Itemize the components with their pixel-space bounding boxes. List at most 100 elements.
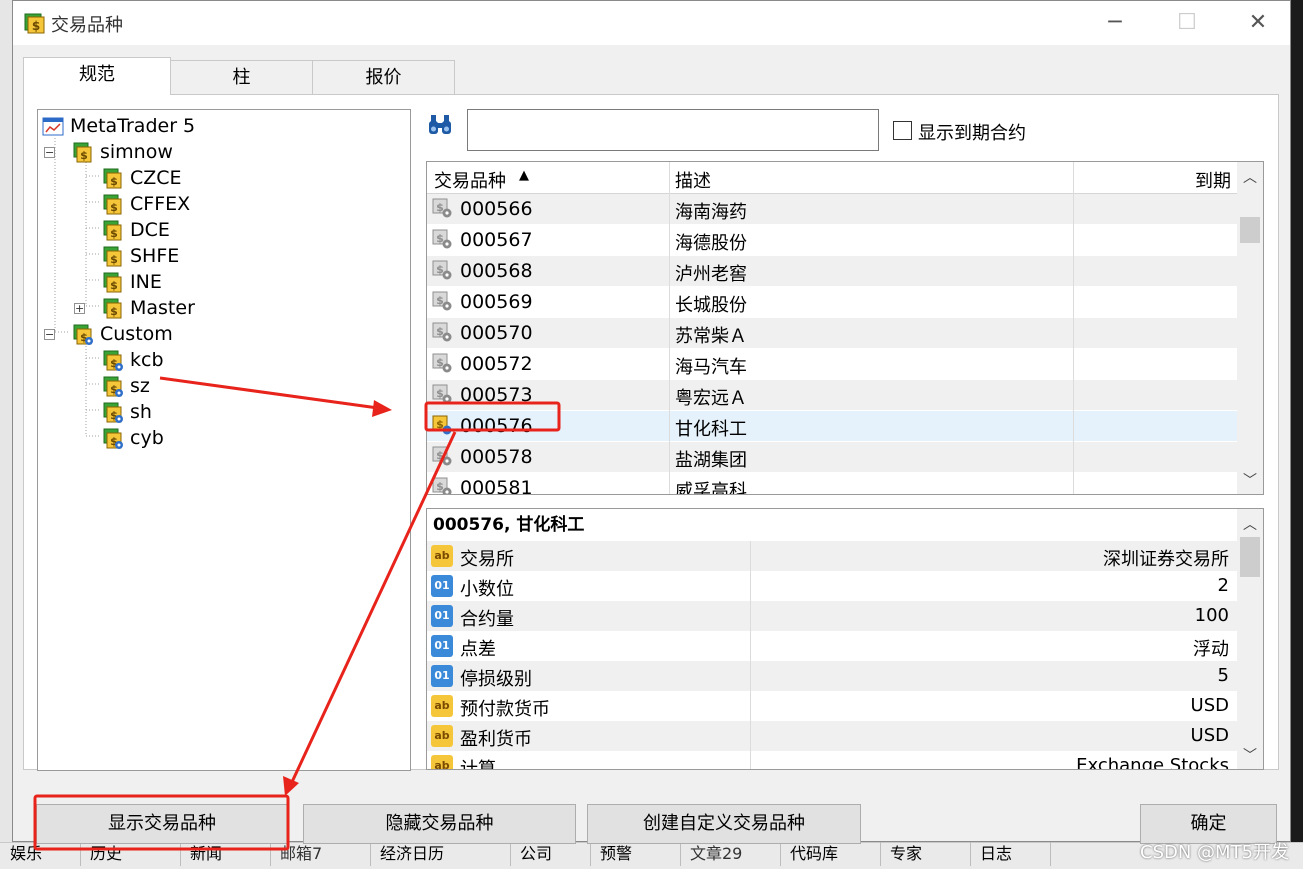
scroll-up-icon[interactable]: ︿ — [1237, 167, 1263, 189]
property-row[interactable]: 01 合约量 100 — [427, 601, 1263, 631]
tree-item-master[interactable]: $ Master — [102, 295, 195, 321]
background-tab: 代码库 — [780, 842, 881, 866]
property-row[interactable]: 01 停损级别 5 — [427, 661, 1263, 691]
properties-body: ab 交易所 深圳证券交易所 01 小数位 2 01 合约量 100 01 点差 浮动 01 停损级别 5 a… — [427, 541, 1263, 770]
tree-item-cffex[interactable]: $ CFFEX — [102, 191, 190, 217]
property-row[interactable]: ab 计算 Exchange Stocks — [427, 751, 1263, 770]
list-scrollbar[interactable]: ︿ ﹀ — [1237, 162, 1263, 494]
symbol-code: 000573 — [460, 384, 533, 406]
tree-expander[interactable]: − — [44, 147, 55, 158]
symbol-properties: 000576, 甘化科工 ab 交易所 深圳证券交易所 01 小数位 2 01 合约量 100 0… — [426, 508, 1264, 770]
scroll-down-icon[interactable]: ﹀ — [1237, 745, 1263, 767]
tree-label: MetaTrader 5 — [70, 115, 196, 137]
tree-item-shfe[interactable]: $ SHFE — [102, 243, 179, 269]
symbol-description: 海马汽车 — [675, 357, 747, 378]
tree-item-dce[interactable]: $ DCE — [102, 217, 170, 243]
column-divider — [1073, 162, 1074, 494]
property-row[interactable]: ab 盈利货币 USD — [427, 721, 1263, 751]
minimize-button[interactable]: ─ — [1095, 7, 1135, 39]
symbol-row[interactable]: $000573 粤宏远Ａ — [427, 380, 1263, 411]
symbol-row[interactable]: $000569 长城股份 — [427, 287, 1263, 318]
tree-item-sh[interactable]: $ sh — [102, 399, 152, 425]
background-tab: 历史 — [80, 842, 181, 866]
header-expiry[interactable]: 到期 — [1195, 167, 1231, 193]
custom-symbol-folder-icon: $ — [103, 350, 123, 371]
svg-text:$: $ — [110, 227, 118, 240]
symbol-row[interactable]: $000578 盐湖集团 — [427, 442, 1263, 473]
search-input[interactable] — [467, 109, 879, 151]
symbol-row[interactable]: $000570 苏常柴Ａ — [427, 318, 1263, 349]
property-value: 深圳证券交易所 — [1103, 549, 1229, 570]
tree-root-metatrader[interactable]: MetaTrader 5 — [42, 113, 195, 139]
scroll-up-icon[interactable]: ︿ — [1237, 514, 1263, 536]
symbols-dialog: $ 交易品种 ─ ☐ ✕ 规范 柱 报价 MetaTrader 5 − $ simno… — [12, 0, 1291, 844]
tree-item-sz[interactable]: $ sz — [102, 373, 150, 399]
number-property-icon: 01 — [431, 665, 453, 687]
svg-text:$: $ — [80, 149, 88, 162]
tree-item-custom[interactable]: $ Custom — [72, 321, 173, 347]
scroll-thumb[interactable] — [1240, 217, 1260, 243]
symbol-tree: MetaTrader 5 − $ simnow $ CZCE $ CFFEX $ DCE $ SHFE… — [37, 109, 411, 771]
symbol-code: 000570 — [460, 322, 533, 344]
symbol-description: 海德股份 — [675, 233, 747, 254]
symbol-description: 泸州老窖 — [675, 264, 747, 285]
symbol-row[interactable]: $000567 海德股份 — [427, 225, 1263, 256]
tree-item-cyb[interactable]: $ cyb — [102, 425, 164, 451]
create-custom-symbol-button[interactable]: 创建自定义交易品种 — [587, 804, 861, 844]
hide-symbol-button[interactable]: 隐藏交易品种 — [303, 804, 576, 844]
close-button[interactable]: ✕ — [1238, 7, 1278, 39]
tree-connectors — [54, 138, 100, 437]
symbol-row[interactable]: $000576 甘化科工 — [427, 411, 1263, 442]
symbol-folder-icon: $ — [103, 298, 122, 318]
svg-text:$: $ — [110, 305, 118, 318]
symbol-row[interactable]: $000566 海南海药 — [427, 194, 1263, 225]
symbol-row[interactable]: $000572 海马汽车 — [427, 349, 1263, 380]
tab-specification[interactable]: 规范 — [23, 57, 171, 95]
column-divider — [750, 541, 751, 769]
symbol-folder-icon: $ — [103, 272, 122, 292]
show-symbol-button[interactable]: 显示交易品种 — [36, 804, 288, 844]
svg-text:$: $ — [32, 19, 40, 33]
scroll-thumb[interactable] — [1240, 537, 1260, 577]
header-description[interactable]: 描述 — [675, 167, 711, 193]
symbol-description: 威孚高科 — [675, 481, 747, 495]
symbol-row[interactable]: $000581 威孚高科 — [427, 473, 1263, 495]
tree-label: INE — [130, 271, 162, 293]
property-row[interactable]: ab 交易所 深圳证券交易所 — [427, 541, 1263, 571]
background-tab: 娱乐 — [0, 842, 81, 866]
custom-symbol-inactive-icon: $ — [432, 477, 452, 494]
terminal-icon — [42, 117, 64, 135]
symbol-code: 000572 — [460, 353, 533, 375]
property-value: 100 — [1194, 605, 1229, 626]
tree-item-kcb[interactable]: $ kcb — [102, 347, 164, 373]
symbol-folder-icon: $ — [103, 168, 122, 188]
scroll-down-icon[interactable]: ﹀ — [1237, 470, 1263, 492]
symbol-description: 苏常柴Ａ — [675, 326, 747, 347]
background-tab: 邮箱7 — [270, 842, 371, 866]
background-tab: 专家 — [880, 842, 971, 866]
tree-label: kcb — [130, 349, 164, 371]
property-value: Exchange Stocks — [1076, 755, 1229, 770]
tree-label: sz — [130, 375, 150, 397]
property-row[interactable]: 01 点差 浮动 — [427, 631, 1263, 661]
symbol-folder-icon: $ — [73, 142, 92, 162]
tree-item-czce[interactable]: $ CZCE — [102, 165, 182, 191]
property-row[interactable]: ab 预付款货币 USD — [427, 691, 1263, 721]
show-expired-checkbox[interactable] — [893, 121, 912, 140]
svg-text:$: $ — [110, 175, 118, 188]
properties-scrollbar[interactable]: ︿ ﹀ — [1237, 509, 1263, 769]
property-row[interactable]: 01 小数位 2 — [427, 571, 1263, 601]
custom-symbol-folder-icon: $ — [103, 376, 123, 397]
tree-expander[interactable]: − — [44, 329, 55, 340]
header-symbol[interactable]: 交易品种 — [434, 167, 506, 193]
property-name: 停损级别 — [460, 669, 532, 690]
tree-expander[interactable]: + — [74, 303, 85, 314]
symbol-code: 000576 — [460, 415, 533, 437]
tab-bars[interactable]: 柱 — [170, 60, 313, 94]
symbol-row[interactable]: $000568 泸州老窖 — [427, 256, 1263, 287]
tab-ticks[interactable]: 报价 — [312, 60, 455, 94]
tree-label: CZCE — [130, 167, 182, 189]
number-property-icon: 01 — [431, 605, 453, 627]
tree-item-ine[interactable]: $ INE — [102, 269, 162, 295]
tree-item-simnow[interactable]: $ simnow — [72, 139, 173, 165]
